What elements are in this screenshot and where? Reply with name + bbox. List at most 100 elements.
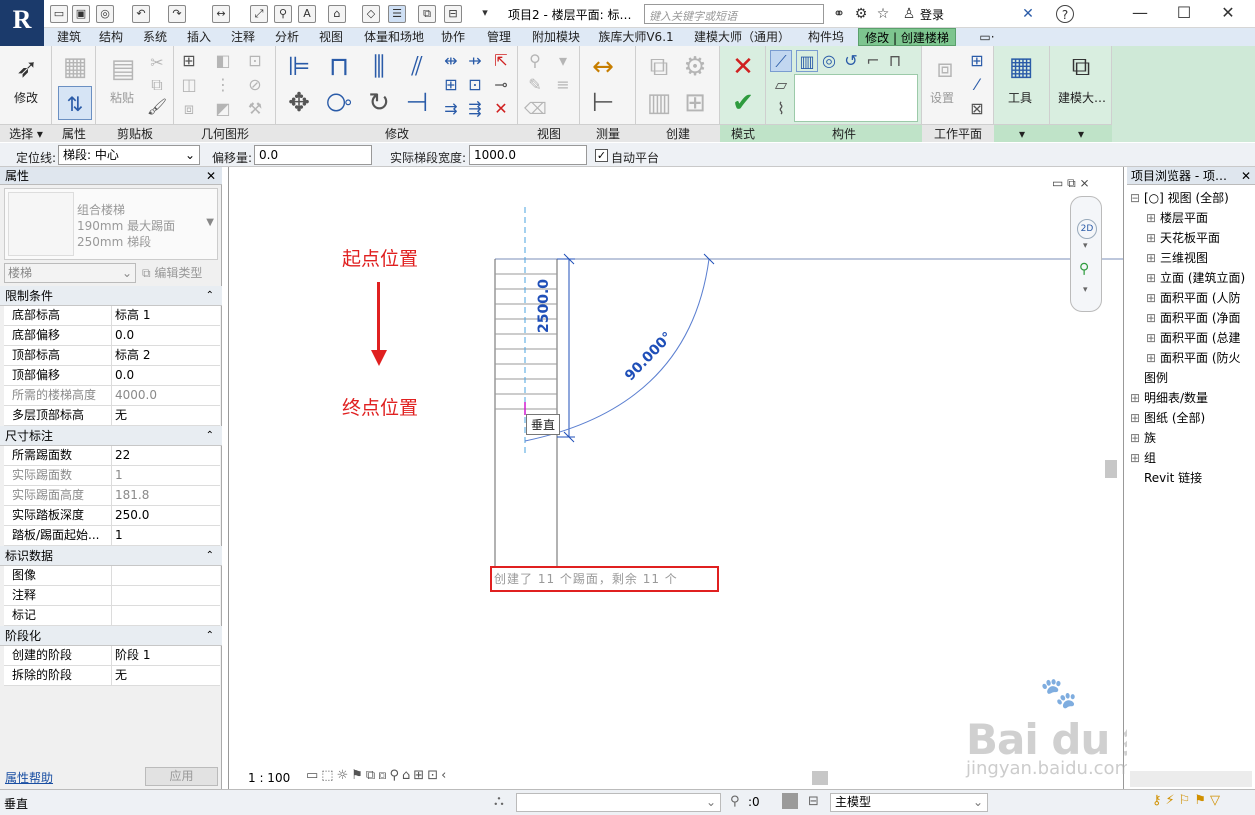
wheel-dropdown-icon[interactable]: ▾ — [1083, 241, 1088, 251]
expand-toggle-icon[interactable]: ⊞ — [1130, 388, 1144, 408]
tab-annotate[interactable]: 注释 — [226, 28, 260, 46]
browser-item[interactable]: ⊞ 面积平面 (净面 — [1146, 308, 1241, 328]
run-width-input[interactable]: 1000.0 — [469, 145, 587, 165]
horizontal-scrollbar-thumb[interactable] — [812, 771, 828, 785]
filter-icon[interactable]: ▽ — [1210, 793, 1224, 808]
section-icon[interactable]: ◇ — [362, 5, 380, 23]
modeling-label[interactable]: 建模大… — [1058, 89, 1106, 106]
browser-item[interactable]: ⊞ 三维视图 — [1146, 248, 1208, 268]
panel-label-modeling[interactable]: ▾ — [1050, 124, 1112, 142]
property-value[interactable]: 250.0 — [112, 506, 220, 525]
workset-select[interactable]: ⌄ — [516, 793, 721, 812]
property-row[interactable]: 底部标高 标高 1 — [4, 306, 220, 326]
property-section-header[interactable]: 尺寸标注 ⌃ — [0, 426, 222, 446]
browser-hscroll[interactable] — [1130, 771, 1252, 787]
browser-item[interactable]: ⊟ [○] 视图 (全部) — [1130, 188, 1229, 208]
type-selector[interactable]: 组合楼梯 190mm 最大踢面 250mm 梯段 ▼ — [4, 188, 218, 260]
line-work-icon[interactable]: ≡ — [552, 74, 574, 96]
collapse-chevron-icon[interactable]: ⌃ — [206, 426, 214, 446]
close-hidden-icon[interactable]: ⧉ — [418, 5, 436, 23]
expand-toggle-icon[interactable]: ⊞ — [1146, 328, 1160, 348]
property-row[interactable]: 实际踢面数 1 — [4, 466, 220, 486]
tools-label[interactable]: 工具 — [1008, 89, 1032, 106]
browser-item[interactable]: ⊞ 立面 (建筑立面) — [1146, 268, 1245, 288]
override-graphics-icon[interactable]: ✎ — [524, 74, 546, 96]
property-value[interactable]: 0.0 — [112, 326, 220, 345]
close-icon[interactable]: ✕ — [1241, 167, 1251, 185]
redo-icon[interactable]: ↷ — [168, 5, 186, 23]
set-workplane-icon[interactable]: ⧈ — [928, 52, 962, 86]
zoom-dropdown-icon[interactable]: ▾ — [1083, 285, 1088, 295]
array-icon[interactable]: ⊞ — [440, 74, 462, 96]
collapse-chevron-icon[interactable]: ⌃ — [206, 286, 214, 306]
location-line-select[interactable]: 梯段: 中心 ⌄ — [58, 145, 200, 165]
property-row[interactable]: 实际踏板深度 250.0 — [4, 506, 220, 526]
select-by-face-icon[interactable]: ⚑ — [1194, 793, 1210, 808]
align-icon[interactable]: ⊫ — [282, 50, 316, 84]
browser-item[interactable]: Revit 链接 — [1130, 468, 1202, 488]
expand-toggle-icon[interactable]: ⊞ — [1146, 268, 1160, 288]
type-properties-icon[interactable]: ⇅ — [58, 86, 92, 120]
tools-icon[interactable]: ▦ — [1004, 50, 1038, 84]
browser-item[interactable]: ⊞ 面积平面 (人防 — [1146, 288, 1241, 308]
reveal-hidden-icon[interactable]: ⌂ — [402, 768, 413, 783]
expand-toggle-icon[interactable]: ⊞ — [1130, 408, 1144, 428]
rotate-icon[interactable]: ↻ — [362, 86, 396, 120]
select-links-icon[interactable]: ⚷ — [1152, 793, 1166, 808]
user-icon[interactable]: ♙ — [900, 5, 918, 23]
tab-structure[interactable]: 结构 — [94, 28, 128, 46]
mirror-draw-icon[interactable]: ⫽ — [400, 50, 434, 84]
exclude-options-icon[interactable]: ⊟ — [808, 794, 819, 809]
property-value[interactable]: 无 — [112, 666, 220, 685]
constraints-icon[interactable]: ⊡ — [427, 768, 441, 783]
customize-qat-icon[interactable]: ▾ — [476, 5, 494, 23]
modify-cursor-icon[interactable]: ➶ — [10, 52, 44, 86]
expand-toggle-icon[interactable]: ⊞ — [1146, 228, 1160, 248]
property-row[interactable]: 所需踢面数 22 — [4, 446, 220, 466]
crop-view-icon[interactable]: ⧉ — [366, 768, 378, 783]
measure-icon[interactable]: ↔ — [212, 5, 230, 23]
show-crop-icon[interactable]: ⧈ — [378, 768, 389, 783]
paste-icon[interactable]: ▤ — [106, 52, 140, 86]
uncut-icon[interactable]: ◧ — [212, 50, 234, 72]
switch-windows-icon[interactable]: ⊟ — [444, 5, 462, 23]
minimize-button[interactable]: — — [1118, 0, 1162, 28]
tab-component-dock[interactable]: 构件坞 — [804, 28, 848, 46]
cope-icon[interactable]: ⊞ — [178, 50, 200, 72]
expand-toggle-icon[interactable]: ⊞ — [1146, 348, 1160, 368]
pin-icon[interactable]: ⊸ — [490, 74, 512, 96]
apply-button[interactable]: 应用 — [145, 767, 218, 786]
tab-modeling-master[interactable]: 建模大师（通用） — [688, 28, 796, 46]
property-row[interactable]: 顶部偏移 0.0 — [4, 366, 220, 386]
mirror-axis-icon[interactable]: ⫼ — [362, 50, 396, 84]
property-value[interactable]: 22 — [112, 446, 220, 465]
property-value[interactable] — [112, 566, 220, 585]
support-icon[interactable]: ⌇ — [770, 98, 792, 120]
property-row[interactable]: 多层顶部标高无 — [4, 406, 220, 426]
select-pinned-icon[interactable]: ⚐ — [1179, 793, 1195, 808]
search-input[interactable]: 键入关键字或短语 — [644, 4, 824, 24]
join-icon[interactable]: ⧈ — [178, 98, 200, 120]
worksets-icon[interactable]: ⛬ — [494, 793, 504, 809]
property-value[interactable] — [112, 606, 220, 625]
tab-analyze[interactable]: 分析 — [270, 28, 304, 46]
tag-icon[interactable]: ⚲ — [274, 5, 292, 23]
tab-architecture[interactable]: 建筑 — [52, 28, 86, 46]
select-underlay-icon[interactable]: ⚡ — [1166, 793, 1179, 808]
view-dropdown-icon[interactable]: ▾ — [552, 50, 574, 72]
binoculars-icon[interactable]: ⚭ — [830, 5, 848, 23]
trim-multiple-icon[interactable]: ⇉ — [440, 98, 462, 120]
type-dropdown-icon[interactable]: ▼ — [206, 217, 214, 228]
panel-label-select[interactable]: 选择 ▾ — [0, 124, 52, 142]
property-value[interactable]: 标高 2 — [112, 346, 220, 365]
browser-item[interactable]: ⊞ 组 — [1130, 448, 1156, 468]
finish-edit-icon[interactable]: ✔ — [726, 86, 760, 120]
property-section-header[interactable]: 限制条件 ⌃ — [0, 286, 222, 306]
expand-toggle-icon[interactable]: ⊞ — [1146, 208, 1160, 228]
split-face-icon[interactable]: ⋮ — [212, 74, 234, 96]
save-icon[interactable]: ▣ — [72, 5, 90, 23]
tab-collaborate[interactable]: 协作 — [436, 28, 470, 46]
hide-element-icon[interactable]: ⚲ — [524, 50, 546, 72]
expand-toggle-icon[interactable]: ⊞ — [1146, 248, 1160, 268]
property-section-header[interactable]: 标识数据 ⌃ — [0, 546, 222, 566]
